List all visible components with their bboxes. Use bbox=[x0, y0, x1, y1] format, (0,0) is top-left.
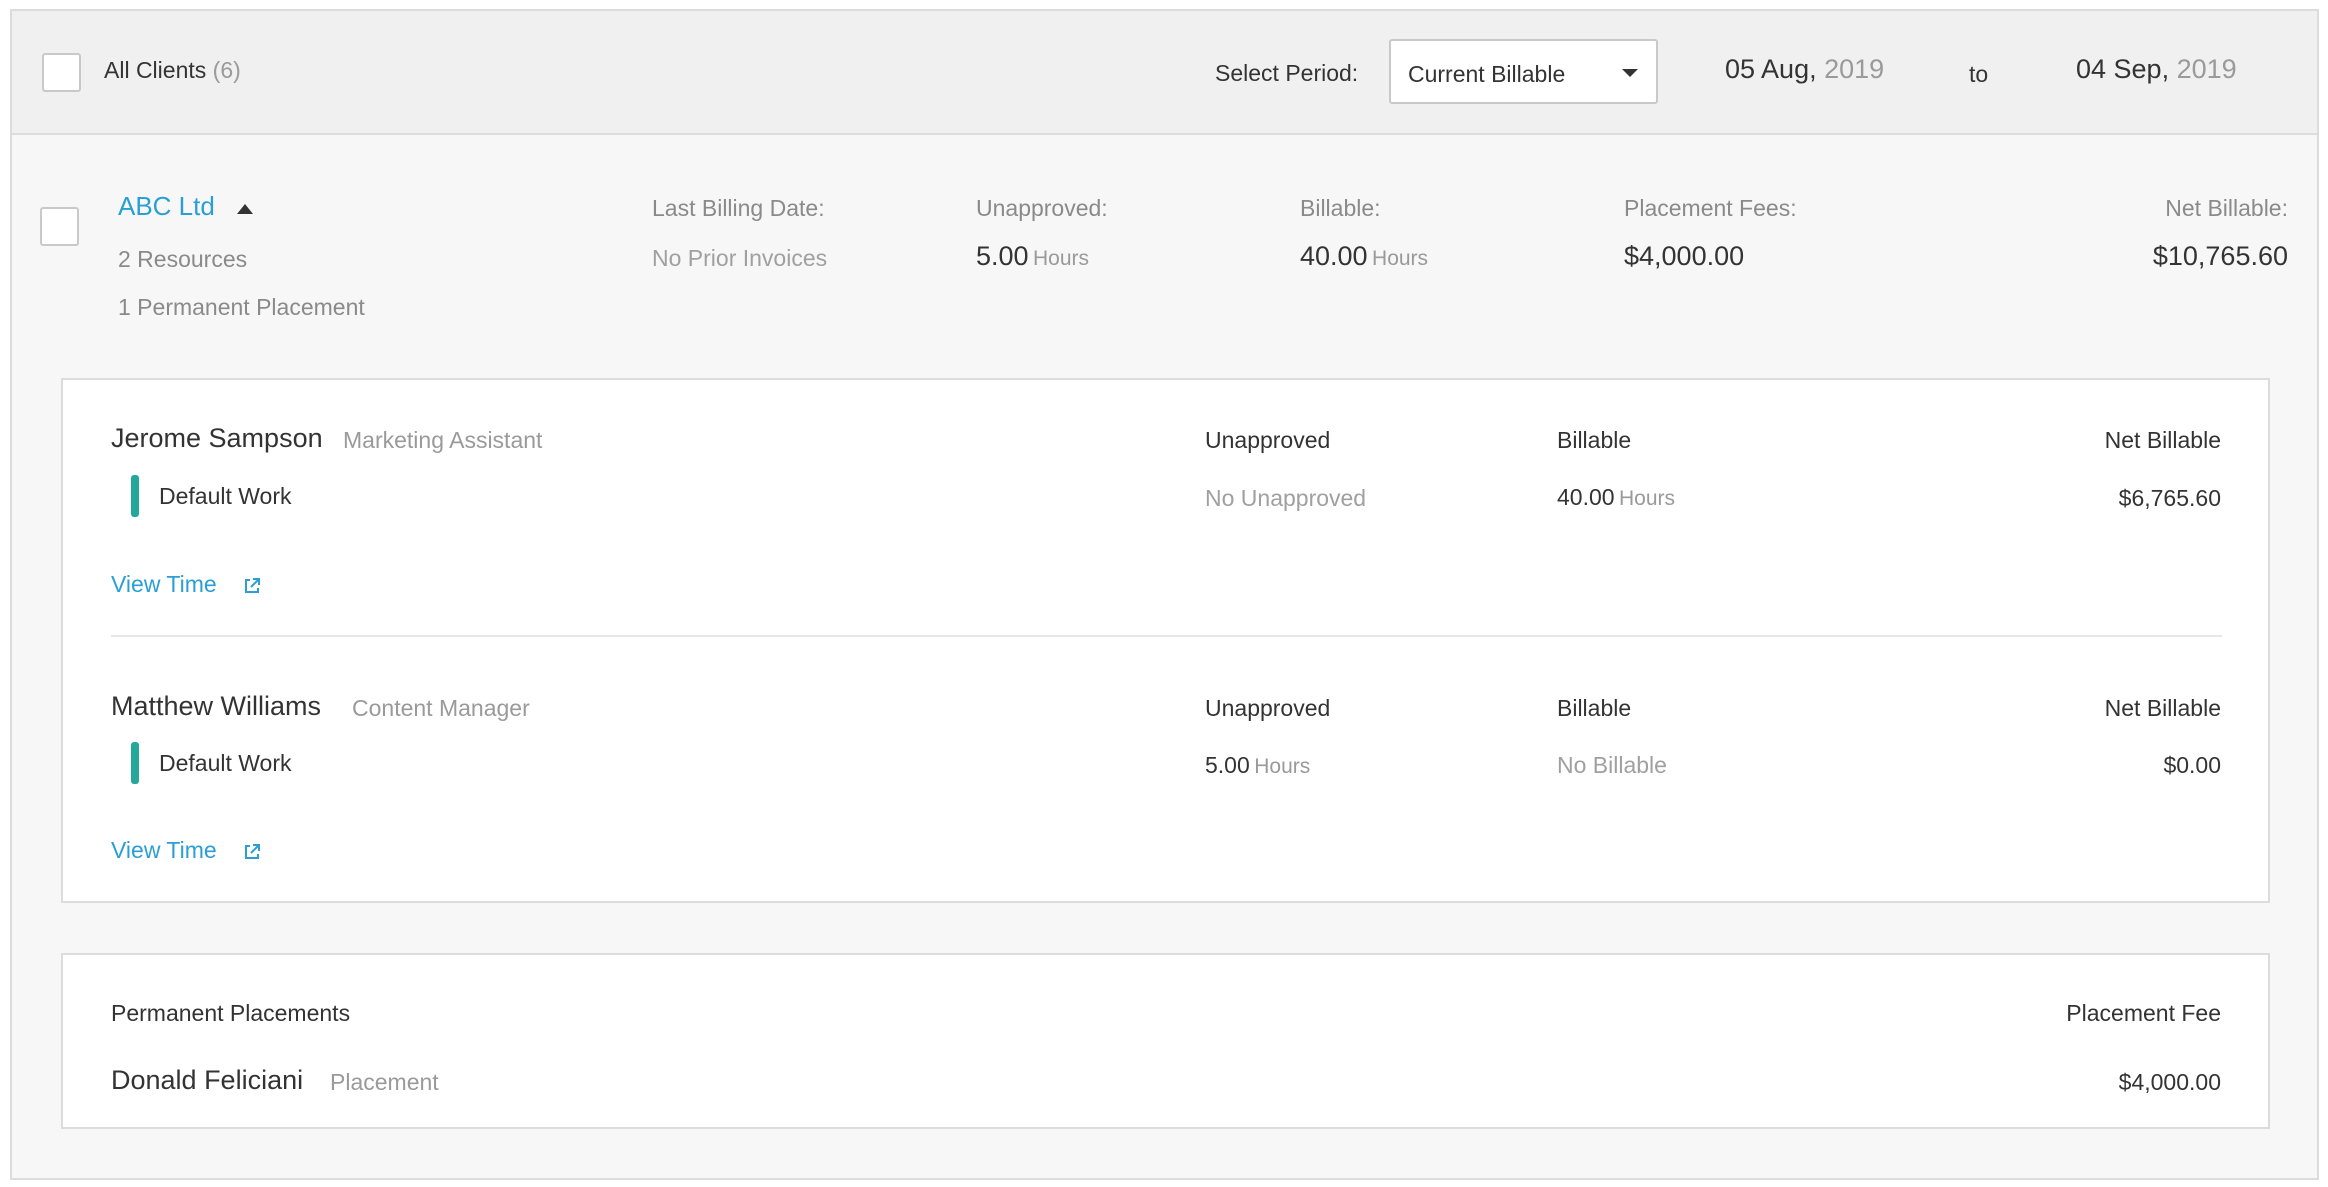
placement-fee-header: Placement Fee bbox=[2066, 1000, 2221, 1026]
billable-header: Billable bbox=[1557, 695, 1632, 721]
last-billing-value: No Prior Invoices bbox=[652, 245, 828, 271]
placement-fee-amount: $4,000.00 bbox=[2118, 1069, 2221, 1095]
net-billable-amount: $0.00 bbox=[2163, 752, 2221, 778]
last-billing-label: Last Billing Date: bbox=[652, 195, 825, 221]
net-billable-header: Net Billable bbox=[2104, 427, 2221, 453]
billing-panel: All Clients (6) Select Period: Current B… bbox=[10, 9, 2319, 1180]
client-name-link[interactable]: ABC Ltd bbox=[118, 191, 215, 222]
placement-person-name: Donald Feliciani bbox=[111, 1065, 304, 1095]
resource-name: Matthew Williams bbox=[111, 691, 322, 721]
net-billable-label: Net Billable: bbox=[2165, 195, 2288, 221]
unapproved-hours: 5.00 bbox=[1205, 752, 1250, 778]
work-type-bar bbox=[131, 742, 139, 784]
select-period-label: Select Period: bbox=[1215, 60, 1359, 86]
period-select[interactable]: Current Billable bbox=[1389, 39, 1658, 104]
from-date[interactable]: 05 Aug, 2019 bbox=[1725, 54, 1884, 85]
unapproved-label: Unapproved: bbox=[976, 195, 1108, 221]
resource-divider bbox=[111, 635, 2222, 637]
billable-label: Billable: bbox=[1300, 195, 1381, 221]
work-type-bar bbox=[131, 475, 139, 517]
from-date-day: 05 Aug, bbox=[1725, 54, 1817, 84]
to-date[interactable]: 04 Sep, 2019 bbox=[2076, 54, 2237, 85]
unapproved-unit: Hours bbox=[1254, 755, 1311, 778]
client-placements-count: 1 Permanent Placement bbox=[118, 294, 365, 320]
work-type-label: Default Work bbox=[159, 483, 292, 509]
permanent-placements-title: Permanent Placements bbox=[111, 1000, 351, 1026]
client-checkbox[interactable] bbox=[40, 207, 79, 246]
all-clients-text: All Clients bbox=[104, 57, 207, 83]
work-type-label: Default Work bbox=[159, 750, 292, 776]
resources-card: Jerome Sampson Marketing Assistant Defau… bbox=[61, 378, 2270, 903]
net-billable-header: Net Billable bbox=[2104, 695, 2221, 721]
all-clients-checkbox[interactable] bbox=[42, 53, 81, 92]
all-clients-count: (6) bbox=[212, 57, 241, 83]
billable-unit: Hours bbox=[1619, 487, 1676, 510]
placement-fees-label: Placement Fees: bbox=[1624, 195, 1797, 221]
view-time-link[interactable]: View Time bbox=[111, 837, 217, 864]
to-date-year: 2019 bbox=[2176, 54, 2237, 84]
billable-total-value: 40.00 bbox=[1300, 241, 1368, 271]
from-date-year: 2019 bbox=[1824, 54, 1885, 84]
billable-value: 40.00 Hours bbox=[1557, 484, 1675, 511]
header-bar: All Clients (6) Select Period: Current B… bbox=[12, 11, 2317, 135]
to-date-day: 04 Sep, bbox=[2076, 54, 2170, 84]
chevron-down-icon bbox=[1622, 69, 1638, 77]
resource-role: Marketing Assistant bbox=[343, 427, 543, 453]
view-time-link[interactable]: View Time bbox=[111, 571, 217, 598]
resource-role: Content Manager bbox=[352, 695, 530, 721]
caret-up-icon[interactable] bbox=[237, 204, 253, 214]
billable-value: No Billable bbox=[1557, 752, 1667, 778]
unapproved-value: No Unapproved bbox=[1205, 485, 1367, 511]
placement-type: Placement bbox=[330, 1069, 439, 1095]
to-label: to bbox=[1969, 61, 1989, 87]
unapproved-header: Unapproved bbox=[1205, 427, 1331, 453]
client-resources-count: 2 Resources bbox=[118, 246, 248, 272]
placement-fees-value: $4,000.00 bbox=[1624, 241, 1745, 271]
all-clients-label: All Clients (6) bbox=[104, 57, 241, 84]
resource-name: Jerome Sampson bbox=[111, 423, 323, 453]
external-link-icon[interactable] bbox=[243, 843, 261, 861]
period-select-value: Current Billable bbox=[1408, 61, 1566, 87]
billable-hours: 40.00 bbox=[1557, 484, 1615, 510]
unapproved-total: 5.00 Hours bbox=[976, 241, 1089, 272]
external-link-icon[interactable] bbox=[243, 577, 261, 595]
billable-header: Billable bbox=[1557, 427, 1632, 453]
unapproved-value: 5.00 Hours bbox=[1205, 752, 1310, 779]
unapproved-total-unit: Hours bbox=[1033, 247, 1090, 270]
permanent-placements-card: Permanent Placements Placement Fee Donal… bbox=[61, 953, 2270, 1129]
unapproved-total-value: 5.00 bbox=[976, 241, 1029, 271]
net-billable-value: $10,765.60 bbox=[2152, 241, 2288, 271]
unapproved-header: Unapproved bbox=[1205, 695, 1331, 721]
billable-total-unit: Hours bbox=[1372, 247, 1429, 270]
net-billable-amount: $6,765.60 bbox=[2118, 485, 2221, 511]
billable-total: 40.00 Hours bbox=[1300, 241, 1428, 272]
